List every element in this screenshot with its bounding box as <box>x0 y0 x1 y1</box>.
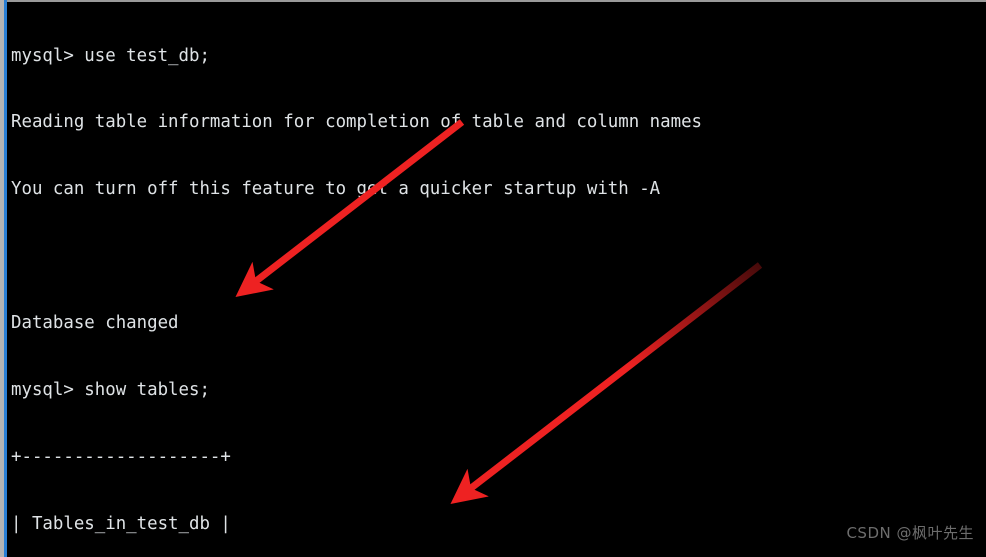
terminal-line: mysql> use test_db; <box>11 45 210 66</box>
window-left-accent-line <box>4 0 7 557</box>
terminal-line: +-------------------+ <box>11 446 231 467</box>
terminal-line: | Tables_in_test_db | <box>11 513 231 534</box>
terminal-line: You can turn off this feature to get a q… <box>11 179 661 200</box>
csdn-watermark: CSDN @枫叶先生 <box>846 524 974 542</box>
terminal-line: mysql> show tables; <box>11 380 210 401</box>
terminal-output[interactable]: mysql> use test_db; Reading table inform… <box>11 0 986 557</box>
terminal-line: Database changed <box>11 313 179 334</box>
terminal-window: mysql> use test_db; Reading table inform… <box>0 0 986 557</box>
terminal-line: Reading table information for completion… <box>11 112 703 133</box>
